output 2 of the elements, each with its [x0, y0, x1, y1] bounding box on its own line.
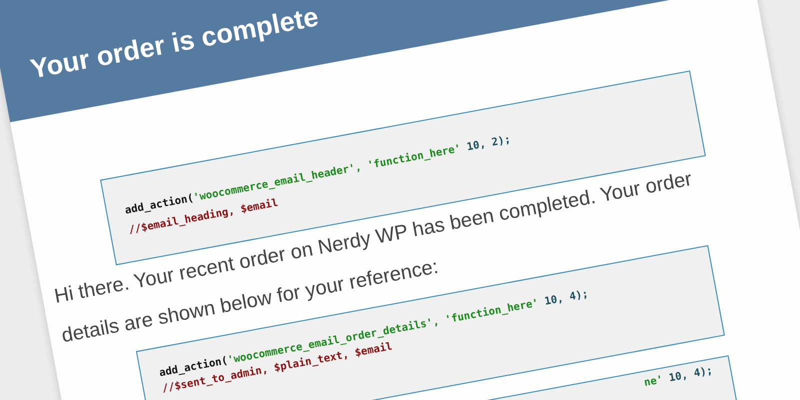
code-line: ne' 10, 4); [642, 363, 714, 390]
email-heading: Your order is complete [28, 4, 321, 84]
